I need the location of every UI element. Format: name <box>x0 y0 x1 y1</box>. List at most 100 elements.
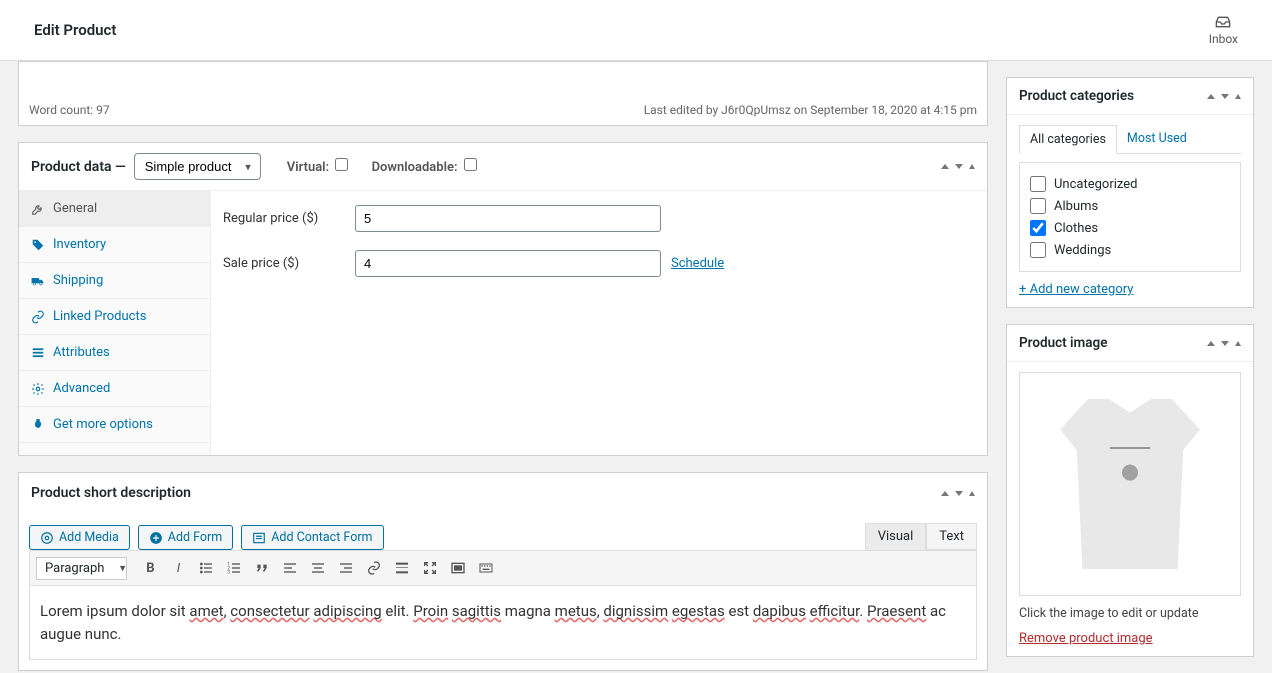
inbox-button[interactable]: Inbox <box>1209 14 1238 46</box>
category-checkbox[interactable] <box>1030 242 1046 258</box>
panel-toggle-icon[interactable] <box>1235 341 1241 346</box>
numbered-list-button[interactable]: 123 <box>221 555 247 581</box>
editor-fragment-top <box>18 61 988 95</box>
panel-move-down-icon[interactable] <box>955 164 963 169</box>
blockquote-button[interactable] <box>249 555 275 581</box>
paragraph-select[interactable]: Paragraph <box>36 557 127 580</box>
numbered-list-icon: 123 <box>226 560 242 576</box>
product-data-title: Product data — <box>31 159 126 175</box>
most-used-tab[interactable]: Most Used <box>1117 125 1197 153</box>
align-right-icon <box>338 560 354 576</box>
text-tab[interactable]: Text <box>926 523 977 550</box>
quote-icon <box>254 560 270 576</box>
downloadable-checkbox[interactable] <box>464 158 477 171</box>
panel-move-up-icon[interactable] <box>1207 94 1215 99</box>
link-icon <box>31 310 45 324</box>
panel-toggle-icon[interactable] <box>1235 94 1241 99</box>
category-tabs: All categories Most Used <box>1019 125 1241 154</box>
align-center-button[interactable] <box>305 555 331 581</box>
category-checkbox[interactable] <box>1030 220 1046 236</box>
category-checkbox[interactable] <box>1030 176 1046 192</box>
regular-price-input[interactable] <box>355 205 661 232</box>
contact-form-icon <box>252 531 266 545</box>
image-hint: Click the image to edit or update <box>1019 606 1241 621</box>
fullscreen-button[interactable] <box>417 555 443 581</box>
category-checkbox[interactable] <box>1030 198 1046 214</box>
schedule-link[interactable]: Schedule <box>671 256 724 271</box>
inbox-icon <box>1214 14 1232 30</box>
regular-price-label: Regular price ($) <box>223 211 355 226</box>
form-icon <box>149 531 163 545</box>
svg-text:3: 3 <box>228 569 231 575</box>
add-form-button[interactable]: Add Form <box>138 525 233 550</box>
tag-icon <box>31 238 45 252</box>
sale-price-input[interactable] <box>355 250 661 277</box>
all-categories-tab[interactable]: All categories <box>1019 125 1117 154</box>
read-more-button[interactable] <box>389 555 415 581</box>
product-data-header: Product data — Simple product Virtual: D… <box>19 143 987 191</box>
editor-toolbar: Paragraph B I 123 <box>29 550 977 586</box>
bullet-list-button[interactable] <box>193 555 219 581</box>
category-item[interactable]: Weddings <box>1030 239 1230 261</box>
short-description-panel: Product short description Add Media Add … <box>18 472 988 671</box>
category-item[interactable]: Albums <box>1030 195 1230 217</box>
fullscreen-icon <box>422 560 438 576</box>
tab-advanced[interactable]: Advanced <box>19 371 210 407</box>
product-data-panel: Product data — Simple product Virtual: D… <box>18 142 988 456</box>
expand-icon <box>450 560 466 576</box>
add-media-button[interactable]: Add Media <box>29 525 130 550</box>
media-buttons: Add Media Add Form Add Contact Form <box>19 515 394 550</box>
align-left-icon <box>282 560 298 576</box>
virtual-checkbox[interactable] <box>335 158 348 171</box>
tshirt-image <box>1060 399 1200 569</box>
product-data-content: Regular price ($) Sale price ($) Schedul… <box>211 191 987 455</box>
short-description-header: Product short description <box>19 473 987 513</box>
panel-move-down-icon[interactable] <box>1221 94 1229 99</box>
add-contact-form-button[interactable]: Add Contact Form <box>241 525 383 550</box>
product-image-panel: Product image Click the image to edit or… <box>1006 324 1254 657</box>
tab-attributes[interactable]: Attributes <box>19 335 210 371</box>
panel-move-up-icon[interactable] <box>1207 341 1215 346</box>
category-item[interactable]: Clothes <box>1030 217 1230 239</box>
align-center-icon <box>310 560 326 576</box>
bold-button[interactable]: B <box>137 555 163 581</box>
product-categories-panel: Product categories All categories Most U… <box>1006 77 1254 308</box>
distraction-free-button[interactable] <box>445 555 471 581</box>
panel-move-down-icon[interactable] <box>955 491 963 496</box>
product-type-select[interactable]: Simple product <box>134 153 261 180</box>
add-new-category-link[interactable]: + Add new category <box>1019 282 1241 297</box>
panel-toggle-icon[interactable] <box>969 164 975 169</box>
word-count: Word count: 97 <box>29 103 110 117</box>
panel-move-up-icon[interactable] <box>941 491 949 496</box>
tab-inventory[interactable]: Inventory <box>19 227 210 263</box>
tab-linked-products[interactable]: Linked Products <box>19 299 210 335</box>
category-item[interactable]: Uncategorized <box>1030 173 1230 195</box>
sale-price-label: Sale price ($) <box>223 256 355 271</box>
list-icon <box>31 346 45 360</box>
tab-get-more-options[interactable]: Get more options <box>19 407 210 443</box>
keyboard-icon <box>478 560 494 576</box>
truck-icon <box>31 274 45 288</box>
read-more-icon <box>394 560 410 576</box>
editor-content[interactable]: Lorem ipsum dolor sit amet, consectetur … <box>29 586 977 660</box>
link-button[interactable] <box>361 555 387 581</box>
bullet-list-icon <box>198 560 214 576</box>
panel-toggle-icon[interactable] <box>969 491 975 496</box>
visual-tab[interactable]: Visual <box>865 523 927 550</box>
last-edited: Last edited by J6r0QpUmsz on September 1… <box>644 103 977 117</box>
align-right-button[interactable] <box>333 555 359 581</box>
virtual-label: Virtual: <box>287 160 349 175</box>
tab-shipping[interactable]: Shipping <box>19 263 210 299</box>
wrench-icon <box>31 202 45 216</box>
top-bar: Edit Product Inbox <box>0 0 1272 61</box>
category-list: Uncategorized Albums Clothes Weddings <box>1019 162 1241 272</box>
panel-move-up-icon[interactable] <box>941 164 949 169</box>
remove-product-image-link[interactable]: Remove product image <box>1019 631 1153 646</box>
tab-general[interactable]: General <box>19 191 210 227</box>
plug-icon <box>31 418 45 432</box>
panel-move-down-icon[interactable] <box>1221 341 1229 346</box>
toolbar-toggle-button[interactable] <box>473 555 499 581</box>
align-left-button[interactable] <box>277 555 303 581</box>
italic-button[interactable]: I <box>165 555 191 581</box>
product-image-thumbnail[interactable] <box>1019 372 1241 596</box>
